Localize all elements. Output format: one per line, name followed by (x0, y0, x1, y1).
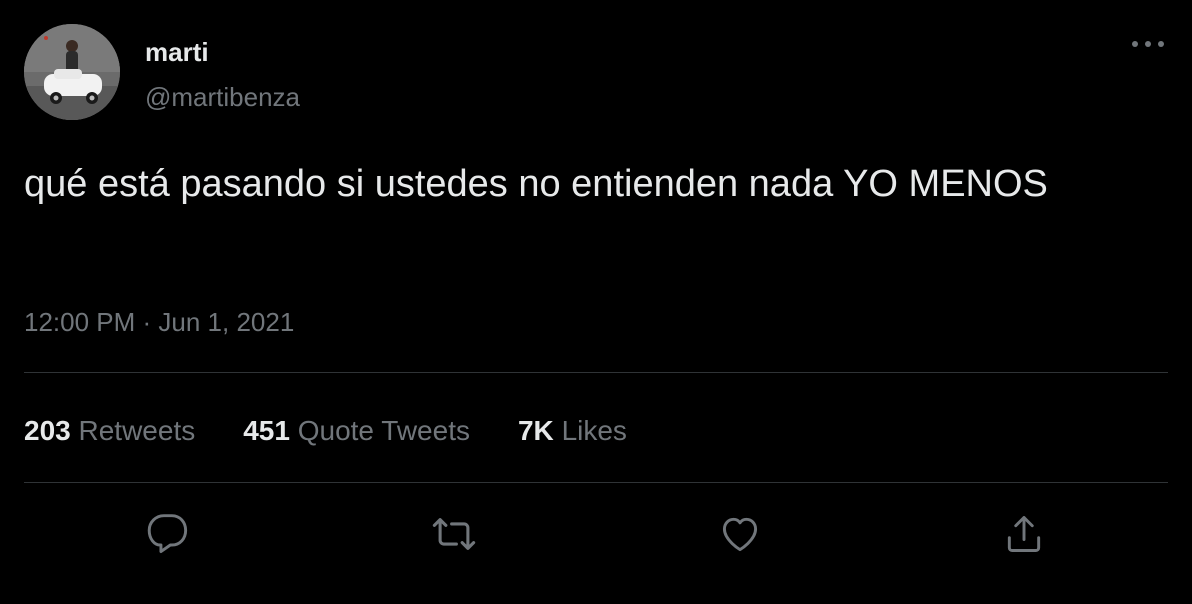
divider (24, 482, 1168, 483)
retweets-count: 203 (24, 415, 71, 446)
retweet-button[interactable] (430, 510, 478, 558)
more-options-button[interactable] (1128, 32, 1168, 56)
like-button[interactable] (716, 510, 764, 558)
author-handle[interactable]: @martibenza (145, 81, 300, 113)
author-display-name[interactable]: marti (145, 36, 300, 68)
share-icon (1007, 516, 1041, 552)
quote-tweets-stat[interactable]: 451 Quote Tweets (243, 413, 470, 449)
reply-button[interactable] (144, 510, 192, 558)
likes-stat[interactable]: 7K Likes (518, 413, 627, 449)
author-names: marti @martibenza (145, 36, 300, 113)
tweet-stats: 203 Retweets 451 Quote Tweets 7K Likes (24, 413, 675, 449)
divider (24, 372, 1168, 373)
tweet-text: qué está pasando si ustedes no entienden… (24, 163, 1048, 205)
avatar[interactable] (24, 24, 120, 120)
retweets-stat[interactable]: 203 Retweets (24, 413, 195, 449)
quote-tweets-count: 451 (243, 415, 290, 446)
tweet-header: marti @martibenza (24, 24, 1168, 120)
share-button[interactable] (1000, 510, 1048, 558)
reply-icon (147, 514, 188, 554)
likes-count: 7K (517, 415, 554, 446)
tweet-timestamp[interactable]: 12:00 PM · Jun 1, 2021 (24, 305, 294, 339)
retweets-label: Retweets (78, 415, 196, 446)
heart-icon (722, 517, 758, 552)
retweet-icon (432, 518, 476, 550)
avatar-photo (24, 24, 120, 120)
likes-label: Likes (561, 415, 627, 446)
tweet-card: marti @martibenza qué está pasando si us… (0, 0, 1192, 604)
quote-tweets-label: Quote Tweets (297, 415, 470, 446)
more-horizontal-icon (1132, 41, 1164, 47)
